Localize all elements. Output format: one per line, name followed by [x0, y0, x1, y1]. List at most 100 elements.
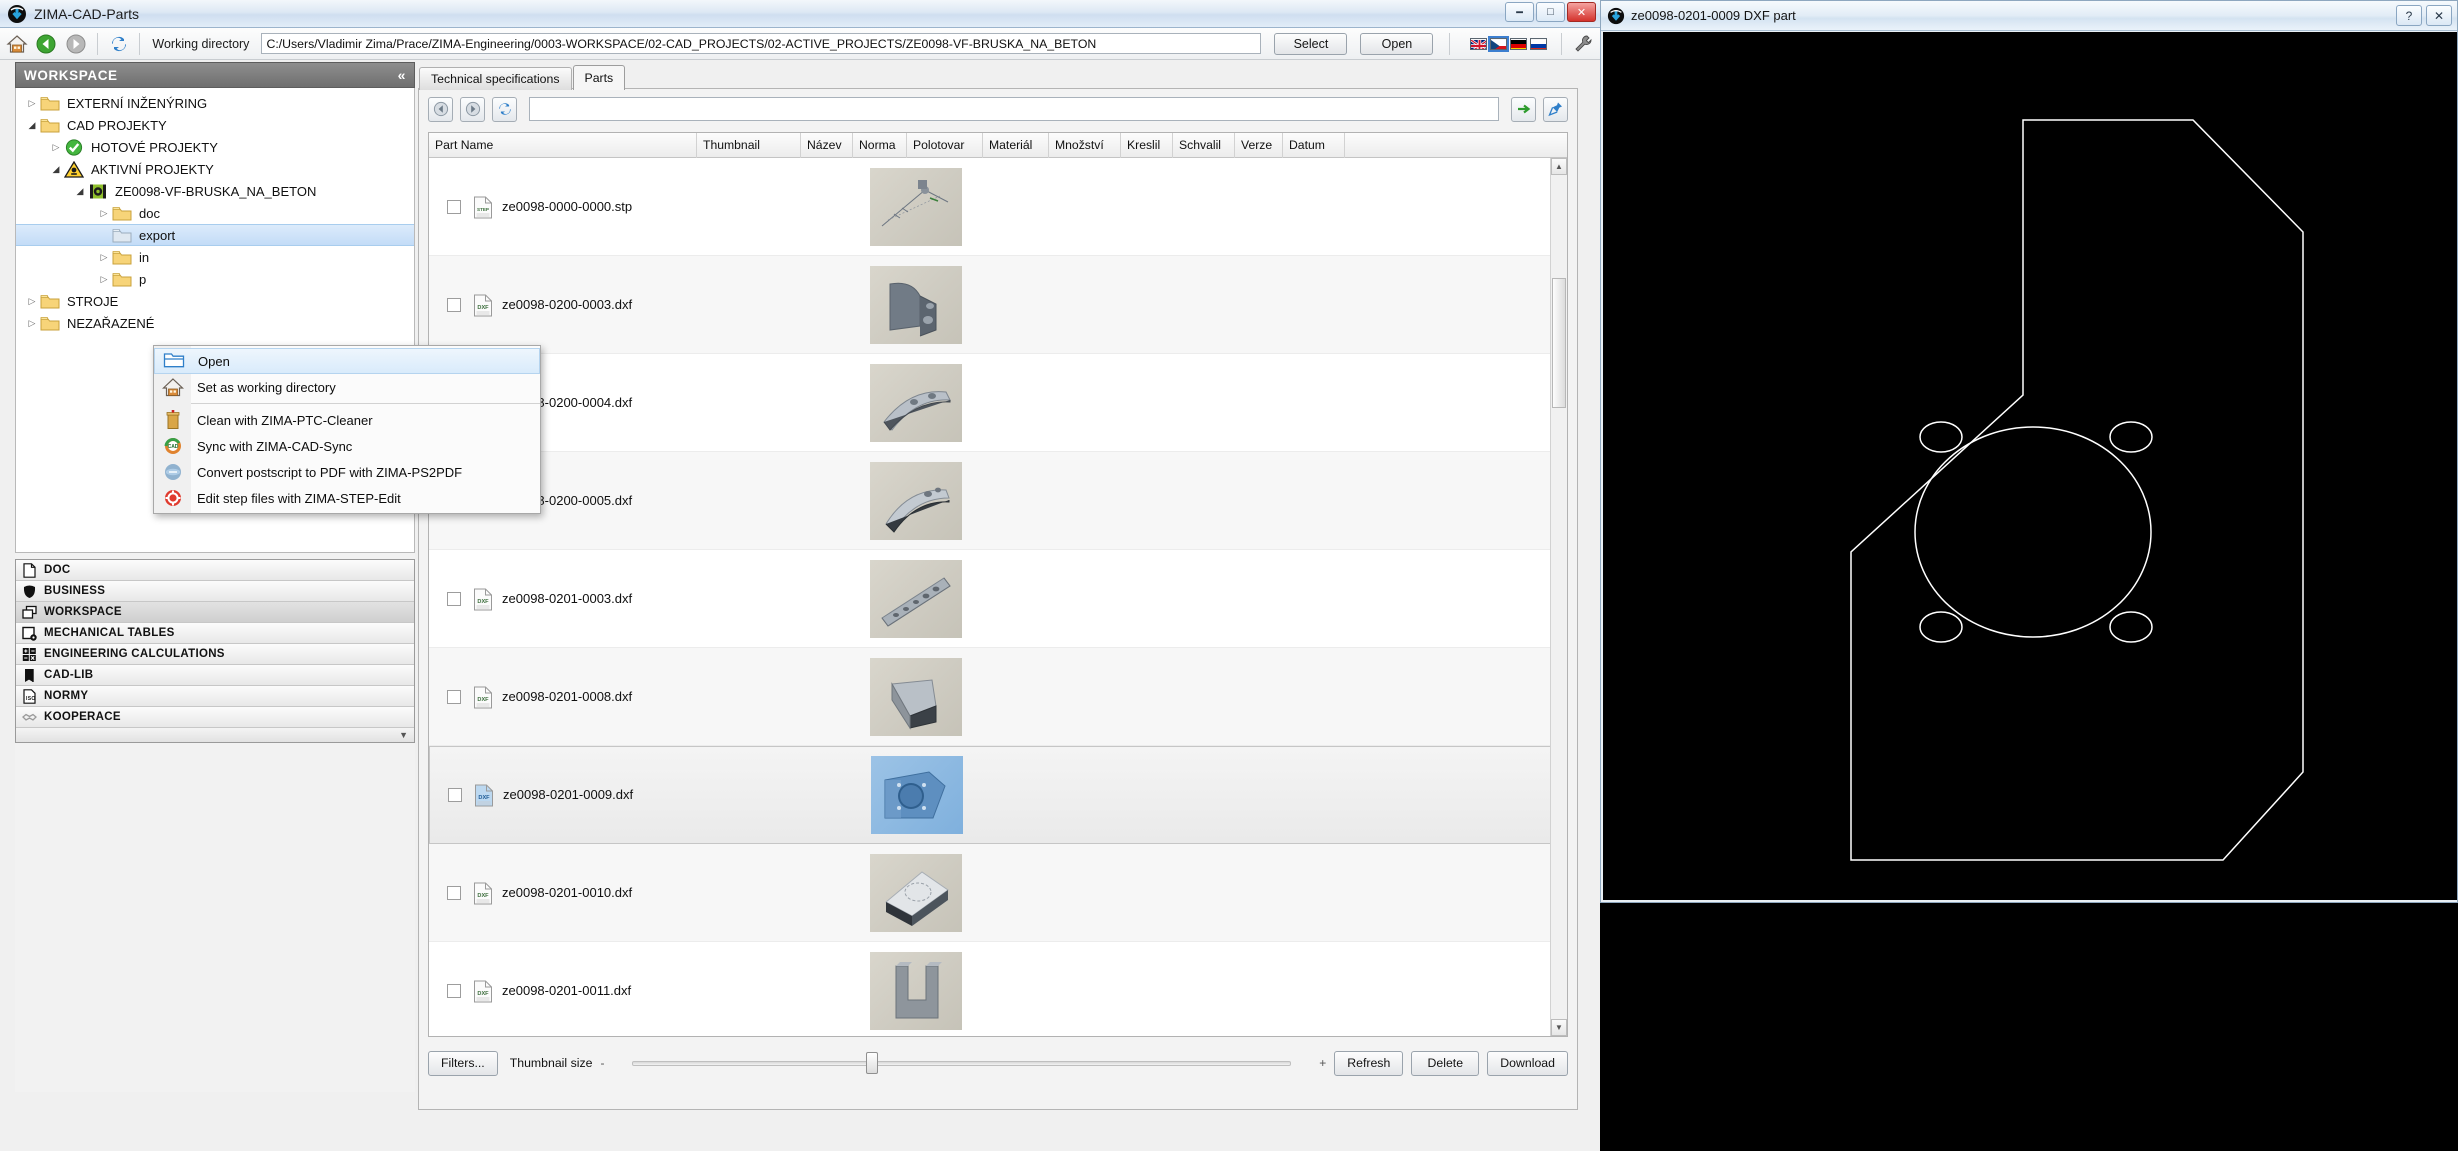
- close-button[interactable]: ✕: [2426, 5, 2452, 26]
- part-thumbnail[interactable]: [870, 461, 962, 540]
- table-row[interactable]: DXF ze0098-0201-0008.dxf: [429, 648, 1551, 746]
- part-thumbnail[interactable]: [870, 363, 962, 442]
- context-menu-item-edit-step-files-with-zima-step-edit[interactable]: Edit step files with ZIMA-STEP-Edit: [154, 485, 540, 511]
- column-header-mno-stv-[interactable]: Množství: [1049, 133, 1121, 158]
- flag-english[interactable]: [1470, 37, 1488, 50]
- collapse-panel-icon[interactable]: «: [398, 67, 406, 83]
- context-menu-item-sync-with-zima-cad-sync[interactable]: CAD Sync with ZIMA-CAD-Sync: [154, 433, 540, 459]
- flag-czech[interactable]: [1488, 35, 1510, 52]
- tree-item-doc[interactable]: ▷ doc: [16, 202, 414, 224]
- table-row[interactable]: DXF ze0098-0201-0009.dxf: [429, 746, 1551, 844]
- search-input[interactable]: [529, 97, 1499, 121]
- context-menu-item-convert-postscript-to-pdf-with-zima-ps2pdf[interactable]: Convert postscript to PDF with ZIMA-PS2P…: [154, 459, 540, 485]
- row-checkbox[interactable]: [447, 199, 461, 214]
- row-checkbox[interactable]: [447, 689, 461, 704]
- close-button[interactable]: ✕: [1567, 2, 1596, 22]
- drawer-item-workspace[interactable]: WORKSPACE: [16, 602, 414, 623]
- download-button[interactable]: Download: [1487, 1050, 1568, 1076]
- expander-closed-icon[interactable]: ▷: [96, 274, 112, 285]
- column-header-polotovar[interactable]: Polotovar: [907, 133, 983, 158]
- column-header-n-zev[interactable]: Název: [801, 133, 853, 158]
- context-menu-item-set-as-working-directory[interactable]: Set as working directory: [154, 374, 540, 400]
- column-header-part-name[interactable]: Part Name: [429, 133, 697, 158]
- refresh-button[interactable]: Refresh: [1334, 1050, 1404, 1076]
- row-checkbox[interactable]: [448, 788, 462, 802]
- thumbnail-size-minus[interactable]: -: [600, 1056, 604, 1070]
- column-header-thumbnail[interactable]: Thumbnail: [697, 133, 801, 158]
- row-checkbox[interactable]: [447, 297, 461, 312]
- drawer-item-mechanical-tables[interactable]: MECHANICAL TABLES: [16, 623, 414, 644]
- back-arrow-icon[interactable]: [34, 31, 60, 57]
- context-menu-item-clean-with-zima-ptc-cleaner[interactable]: Clean with ZIMA-PTC-Cleaner: [154, 407, 540, 433]
- working-directory-input[interactable]: C:/Users/Vladimir Zima/Prace/ZIMA-Engine…: [261, 33, 1262, 54]
- tab-technical-specifications[interactable]: Technical specifications: [419, 67, 572, 90]
- expander-open-icon[interactable]: ◢: [48, 164, 64, 175]
- tree-item-cad-projekty[interactable]: ◢ CAD PROJEKTY: [16, 114, 414, 136]
- row-checkbox[interactable]: [447, 591, 461, 606]
- drawer-item-kooperace[interactable]: KOOPERACE: [16, 707, 414, 728]
- part-thumbnail[interactable]: [871, 756, 963, 834]
- tree-item-p[interactable]: ▷ p: [16, 268, 414, 290]
- drawer-item-engineering-calculations[interactable]: ENGINEERING CALCULATIONS: [16, 644, 414, 665]
- flag-german[interactable]: [1510, 37, 1528, 50]
- tree-item-export[interactable]: export: [16, 224, 414, 246]
- filters-button[interactable]: Filters...: [428, 1050, 498, 1076]
- drawer-footer[interactable]: ▼: [16, 728, 414, 742]
- tree-item-aktivn-projekty[interactable]: ◢ AKTIVNÍ PROJEKTY: [16, 158, 414, 180]
- table-row[interactable]: DXFze0098-0200-0005.dxf: [429, 452, 1551, 550]
- part-thumbnail[interactable]: [870, 265, 962, 344]
- minimize-button[interactable]: ━: [1505, 2, 1534, 22]
- row-checkbox[interactable]: [447, 983, 461, 998]
- scroll-down-icon[interactable]: ▼: [1551, 1019, 1567, 1036]
- drawer-item-business[interactable]: BUSINESS: [16, 581, 414, 602]
- part-thumbnail[interactable]: [870, 853, 962, 932]
- thumbnail-size-slider[interactable]: [618, 1052, 1305, 1074]
- green-arrow-icon[interactable]: [1511, 96, 1536, 122]
- forward-arrow-icon[interactable]: [63, 31, 89, 57]
- tree-item-in[interactable]: ▷ in: [16, 246, 414, 268]
- open-button[interactable]: Open: [1360, 32, 1434, 55]
- table-row[interactable]: DXFze0098-0200-0004.dxf: [429, 354, 1551, 452]
- refresh-icon[interactable]: [106, 31, 132, 57]
- wrench-icon[interactable]: [1570, 31, 1596, 57]
- tree-item-extern-in-en-ring[interactable]: ▷ EXTERNÍ INŽENÝRING: [16, 92, 414, 114]
- tree-item-ze0098-vf-bruska-na-beton[interactable]: ◢ ZE0098-VF-BRUSKA_NA_BETON: [16, 180, 414, 202]
- expander-closed-icon[interactable]: ▷: [96, 208, 112, 219]
- help-button[interactable]: ?: [2396, 5, 2422, 26]
- scroll-up-icon[interactable]: ▲: [1551, 158, 1567, 175]
- expander-closed-icon[interactable]: ▷: [24, 98, 40, 109]
- back-circle-icon[interactable]: [428, 96, 453, 122]
- tree-item-stroje[interactable]: ▷ STROJE: [16, 290, 414, 312]
- part-thumbnail[interactable]: [870, 951, 962, 1030]
- context-menu-item-open[interactable]: Open: [154, 348, 540, 374]
- column-header-schvalil[interactable]: Schvalil: [1173, 133, 1235, 158]
- forward-circle-icon[interactable]: [460, 96, 485, 122]
- tree-item-neza-azen[interactable]: ▷ NEZAŘAZENÉ: [16, 312, 414, 334]
- column-header-kreslil[interactable]: Kreslil: [1121, 133, 1173, 158]
- drawer-item-cad-lib[interactable]: CAD-LIB: [16, 665, 414, 686]
- expander-closed-icon[interactable]: ▷: [48, 142, 64, 153]
- column-header-verze[interactable]: Verze: [1235, 133, 1283, 158]
- tab-parts[interactable]: Parts: [572, 65, 626, 90]
- part-thumbnail[interactable]: [870, 167, 962, 246]
- row-checkbox[interactable]: [447, 885, 461, 900]
- parts-table-body[interactable]: STEP ze0098-0000-0000.stp DXF ze0098-0200-0…: [429, 158, 1551, 1036]
- tree-item-hotov-projekty[interactable]: ▷ HOTOVÉ PROJEKTY: [16, 136, 414, 158]
- expander-open-icon[interactable]: ◢: [24, 120, 40, 131]
- scrollbar-thumb[interactable]: [1552, 278, 1566, 408]
- thumbnail-size-plus[interactable]: +: [1319, 1056, 1326, 1070]
- expander-closed-icon[interactable]: ▷: [96, 252, 112, 263]
- flag-russian[interactable]: [1530, 37, 1548, 50]
- table-row[interactable]: DXF ze0098-0201-0003.dxf: [429, 550, 1551, 648]
- column-header-norma[interactable]: Norma: [853, 133, 907, 158]
- table-row[interactable]: DXF ze0098-0201-0011.dxf: [429, 942, 1551, 1036]
- table-row[interactable]: DXF ze0098-0200-0003.dxf: [429, 256, 1551, 354]
- part-thumbnail[interactable]: [870, 559, 962, 638]
- reload-icon[interactable]: [492, 96, 517, 122]
- home-icon[interactable]: [4, 31, 30, 57]
- maximize-button[interactable]: □: [1536, 2, 1565, 22]
- delete-button[interactable]: Delete: [1411, 1050, 1480, 1076]
- blue-pin-icon[interactable]: [1543, 96, 1568, 122]
- expander-closed-icon[interactable]: ▷: [24, 318, 40, 329]
- expander-open-icon[interactable]: ◢: [72, 186, 88, 197]
